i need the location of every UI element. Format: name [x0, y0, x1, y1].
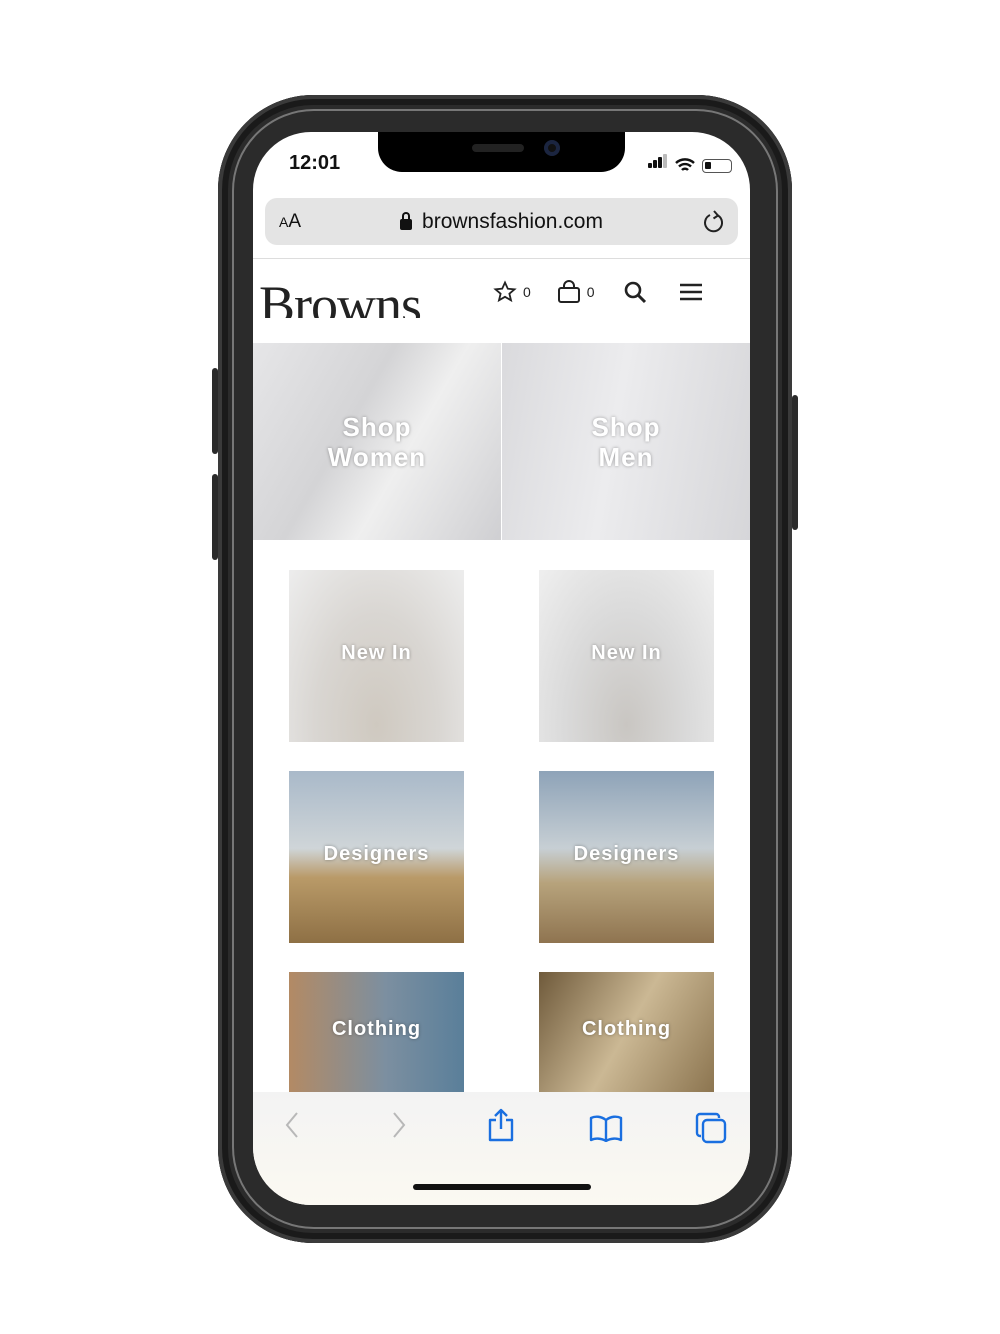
- clothing-men-tile[interactable]: Clothing: [539, 972, 714, 1092]
- address-bar[interactable]: AA brownsfashion.com: [265, 198, 738, 245]
- shop-women-tile[interactable]: Shop Women: [253, 343, 501, 540]
- new-in-women-tile[interactable]: New In: [289, 570, 464, 742]
- notch: [378, 132, 625, 172]
- tabs-icon[interactable]: [695, 1112, 727, 1144]
- wifi-icon: [675, 158, 695, 171]
- bag-count: 0: [586, 284, 595, 300]
- forward-icon[interactable]: [388, 1110, 408, 1140]
- shop-men-label-2: Men: [598, 441, 654, 472]
- search-icon[interactable]: [623, 280, 647, 304]
- battery-icon: [702, 159, 732, 173]
- browns-logo[interactable]: Browns: [259, 275, 421, 318]
- clothing-women-tile[interactable]: Clothing: [289, 972, 464, 1092]
- new-in-men-tile[interactable]: New In: [539, 570, 714, 742]
- lock-icon: [400, 212, 413, 230]
- menu-icon[interactable]: [679, 282, 703, 302]
- back-icon[interactable]: [283, 1110, 303, 1140]
- power-button: [792, 395, 798, 530]
- reload-icon[interactable]: [702, 209, 726, 235]
- url-text[interactable]: brownsfashion.com: [422, 210, 603, 234]
- shop-men-tile[interactable]: Shop Men: [502, 343, 750, 540]
- camera-icon: [544, 140, 560, 156]
- divider: [253, 258, 750, 259]
- header-actions: 0 0: [493, 280, 703, 304]
- home-indicator[interactable]: [413, 1184, 591, 1190]
- browser-toolbar: [253, 1092, 750, 1205]
- signal-icon: [648, 154, 668, 173]
- tile-label: Clothing: [581, 1017, 672, 1040]
- share-icon[interactable]: [486, 1108, 516, 1142]
- status-time: 12:01: [289, 152, 341, 174]
- status-icons: [648, 154, 732, 173]
- tile-label: Designers: [323, 842, 430, 865]
- volume-up-button: [212, 368, 218, 454]
- designers-women-tile[interactable]: Designers: [289, 771, 464, 943]
- shopping-bag-icon[interactable]: [557, 280, 581, 304]
- bookmarks-icon[interactable]: [589, 1114, 623, 1142]
- phone-screen: 12:01 AA brownsfashion.com Browns 0 0 Sh…: [253, 132, 750, 1205]
- shop-men-label-1: Shop: [591, 411, 661, 442]
- tile-label: New In: [341, 641, 412, 664]
- wishlist-star-icon[interactable]: [493, 280, 517, 304]
- wishlist-count: 0: [523, 284, 531, 300]
- text-size-button[interactable]: AA: [279, 211, 301, 233]
- designers-men-tile[interactable]: Designers: [539, 771, 714, 943]
- tile-label: Clothing: [331, 1017, 422, 1040]
- volume-down-button: [212, 474, 218, 560]
- shop-women-label-1: Shop: [342, 411, 412, 442]
- shop-women-label-2: Women: [327, 441, 427, 472]
- tile-label: New In: [591, 641, 662, 664]
- tile-label: Designers: [573, 842, 680, 865]
